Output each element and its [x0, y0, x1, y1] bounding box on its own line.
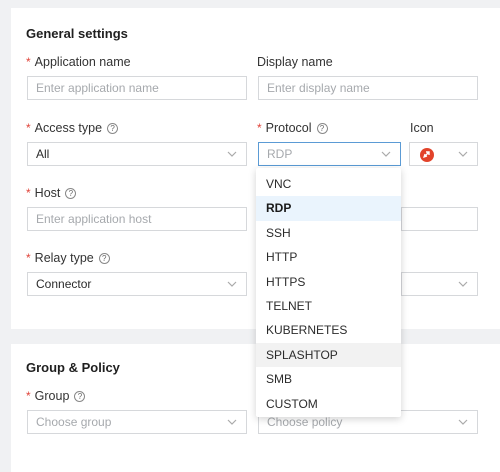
relay-type-value: Connector	[36, 277, 92, 291]
protocol-option-http[interactable]: HTTP	[256, 245, 401, 269]
protocol-option-ssh[interactable]: SSH	[256, 221, 401, 245]
display-name-label-text: Display name	[257, 55, 333, 69]
chevron-down-icon	[458, 419, 468, 425]
required-mark: *	[257, 121, 262, 135]
required-mark: *	[26, 251, 31, 265]
protocol-label-text: Protocol	[265, 121, 312, 135]
application-name-input[interactable]: Enter application name	[27, 76, 247, 100]
icon-label-text: Icon	[410, 121, 434, 135]
protocol-option-splashtop[interactable]: SPLASHTOP	[256, 342, 401, 368]
protocol-option-smb[interactable]: SMB	[256, 367, 401, 391]
relay-type-label: * Relay type ?	[26, 251, 110, 265]
access-type-value: All	[36, 147, 50, 161]
icon-select[interactable]	[409, 142, 478, 166]
group-select[interactable]: Choose group	[27, 410, 247, 434]
required-mark: *	[26, 121, 31, 135]
required-mark: *	[26, 186, 31, 200]
display-name-label: Display name	[257, 55, 333, 69]
host-label: * Host ?	[26, 186, 77, 200]
group-label-text: Group	[34, 389, 70, 403]
host-placeholder: Enter application host	[36, 212, 152, 226]
help-icon[interactable]: ?	[74, 390, 86, 402]
help-icon[interactable]: ?	[65, 187, 77, 199]
chevron-down-icon	[227, 419, 237, 425]
chevron-down-icon	[227, 151, 237, 157]
host-label-text: Host	[34, 186, 61, 200]
connector-select[interactable]	[401, 272, 478, 296]
protocol-label: * Protocol ?	[257, 121, 328, 135]
display-name-input[interactable]: Enter display name	[258, 76, 478, 100]
help-icon[interactable]: ?	[98, 252, 110, 264]
display-name-placeholder: Enter display name	[267, 81, 370, 95]
icon-label: Icon	[410, 121, 434, 135]
protocol-option-kubernetes[interactable]: KUBERNETES	[256, 318, 401, 342]
relay-type-label-text: Relay type	[34, 251, 94, 265]
protocol-value: RDP	[267, 147, 293, 161]
relay-type-select[interactable]: Connector	[27, 272, 247, 296]
chevron-down-icon	[227, 281, 237, 287]
protocol-option-https[interactable]: HTTPS	[256, 270, 401, 294]
protocol-option-vnc[interactable]: VNC	[256, 172, 401, 196]
protocol-option-telnet[interactable]: TELNET	[256, 294, 401, 318]
section-title-general: General settings	[26, 26, 128, 41]
port-input[interactable]	[401, 207, 478, 231]
policy-placeholder: Choose policy	[267, 415, 343, 429]
group-label: * Group ?	[26, 389, 86, 403]
access-type-select[interactable]: All	[27, 142, 247, 166]
chevron-down-icon	[458, 281, 468, 287]
chevron-down-icon	[381, 151, 391, 157]
rdp-icon	[420, 148, 434, 162]
protocol-dropdown-menu: VNC RDP SSH HTTP HTTPS TELNET KUBERNETES SPLASH…	[256, 168, 401, 417]
application-name-placeholder: Enter application name	[36, 81, 159, 95]
help-icon[interactable]: ?	[316, 122, 328, 134]
application-name-label: * Application name	[26, 55, 131, 69]
access-type-label-text: Access type	[34, 121, 103, 135]
required-mark: *	[26, 389, 31, 403]
section-title-group-policy: Group & Policy	[26, 360, 120, 375]
host-input[interactable]: Enter application host	[27, 207, 247, 231]
application-name-label-text: Application name	[34, 55, 131, 69]
access-type-label: * Access type ?	[26, 121, 119, 135]
chevron-down-icon	[458, 151, 468, 157]
help-icon[interactable]: ?	[107, 122, 119, 134]
protocol-option-rdp[interactable]: RDP	[256, 196, 401, 221]
required-mark: *	[26, 55, 31, 69]
protocol-option-custom[interactable]: CUSTOM	[256, 392, 401, 416]
protocol-select[interactable]: RDP	[258, 142, 401, 166]
group-placeholder: Choose group	[36, 415, 112, 429]
